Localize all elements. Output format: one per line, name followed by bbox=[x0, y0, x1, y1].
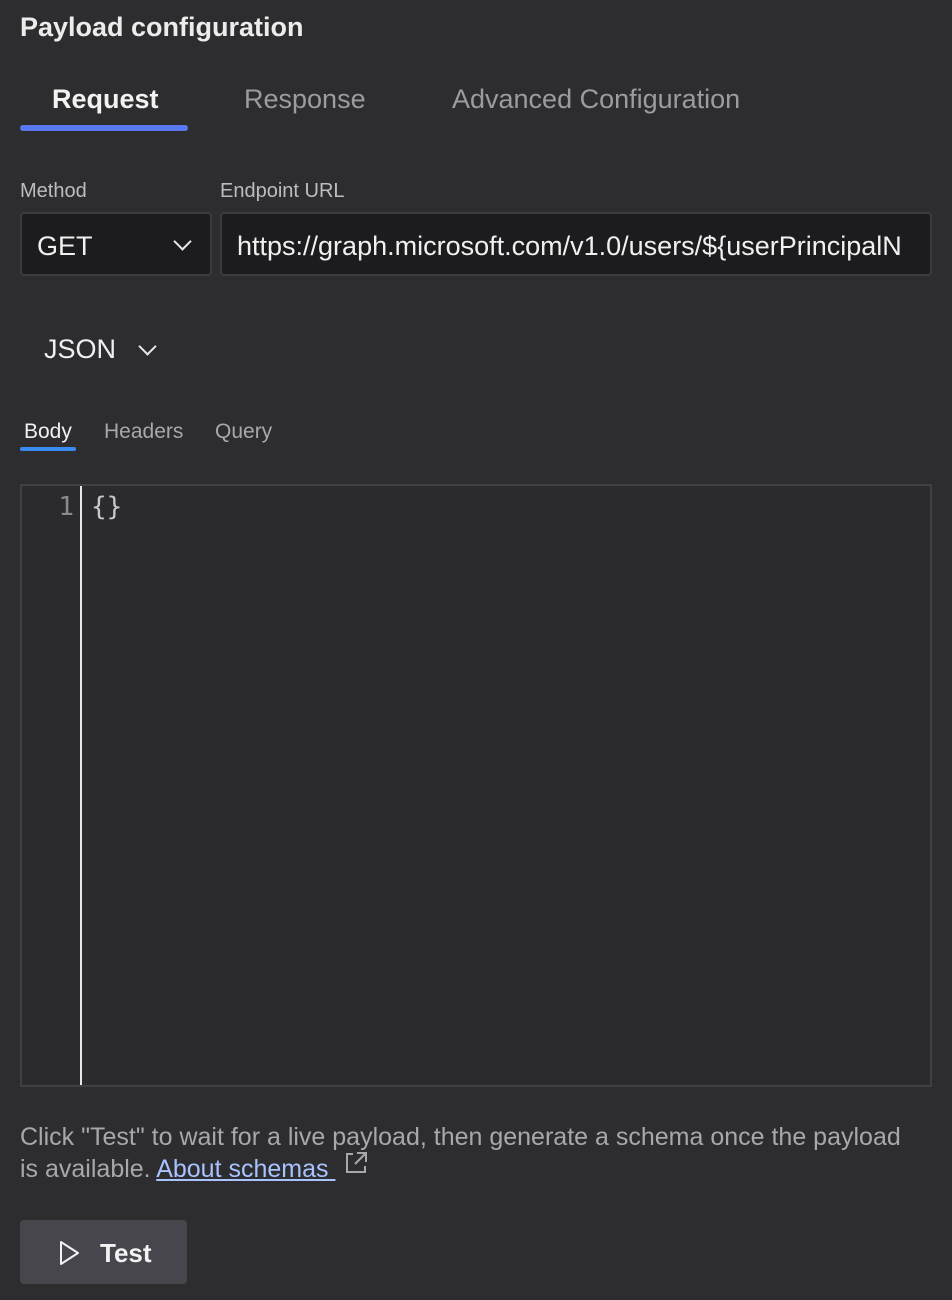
about-schemas-link[interactable]: About schemas bbox=[156, 1155, 335, 1183]
endpoint-url-value: https://graph.microsoft.com/v1.0/users/$… bbox=[237, 231, 902, 261]
method-value: GET bbox=[37, 231, 93, 261]
tab-request[interactable]: Request bbox=[52, 84, 159, 115]
main-tab-bar: Request Response Advanced Configuration bbox=[20, 80, 932, 132]
test-button[interactable]: Test bbox=[20, 1220, 187, 1284]
help-text: Click "Test" to wait for a live payload,… bbox=[20, 1121, 920, 1187]
external-link-icon[interactable] bbox=[343, 1150, 369, 1184]
active-tab-indicator bbox=[20, 125, 188, 131]
line-number: 1 bbox=[58, 492, 74, 522]
format-value: JSON bbox=[44, 334, 117, 364]
active-subtab-indicator bbox=[20, 447, 76, 451]
panel-title: Payload configuration bbox=[20, 12, 304, 42]
code-editor[interactable]: 1 {} bbox=[20, 484, 932, 1087]
method-label: Method bbox=[20, 180, 87, 202]
tab-advanced-configuration[interactable]: Advanced Configuration bbox=[452, 84, 740, 115]
help-message: Click "Test" to wait for a live payload,… bbox=[20, 1123, 901, 1183]
chevron-down-icon bbox=[138, 337, 157, 356]
chevron-down-icon bbox=[173, 232, 192, 251]
format-select[interactable]: JSON bbox=[30, 325, 170, 375]
tab-body[interactable]: Body bbox=[24, 420, 72, 444]
tab-response[interactable]: Response bbox=[244, 84, 366, 115]
tab-headers[interactable]: Headers bbox=[104, 420, 183, 444]
test-button-label: Test bbox=[100, 1238, 152, 1268]
endpoint-url-label: Endpoint URL bbox=[220, 180, 345, 202]
tab-query[interactable]: Query bbox=[215, 420, 272, 444]
code-line: {} bbox=[91, 492, 123, 522]
play-icon bbox=[58, 1240, 80, 1271]
endpoint-url-input[interactable]: https://graph.microsoft.com/v1.0/users/$… bbox=[220, 212, 932, 276]
payload-configuration-panel: Payload configuration Request Response A… bbox=[0, 0, 952, 1300]
method-select[interactable]: GET bbox=[20, 212, 212, 276]
editor-gutter: 1 bbox=[22, 486, 82, 1085]
